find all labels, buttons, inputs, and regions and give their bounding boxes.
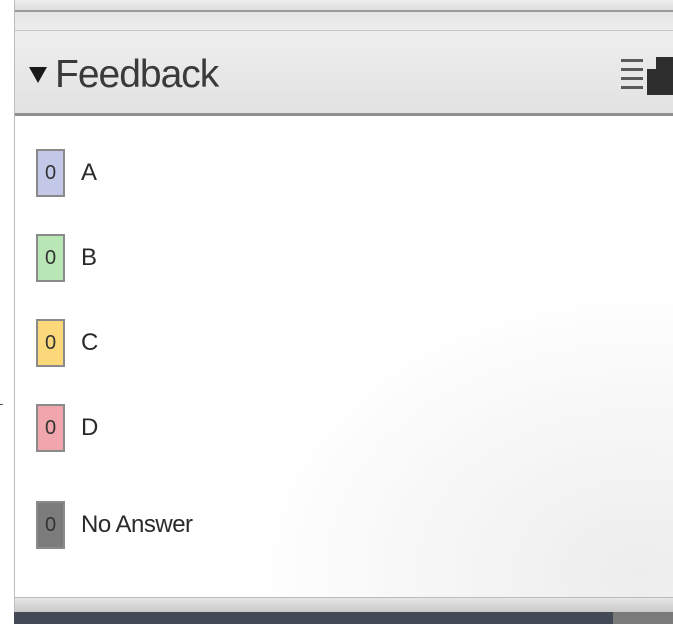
panel-footer [15, 597, 673, 613]
list-item[interactable]: 0 C [36, 319, 636, 369]
count-badge: 0 [36, 149, 65, 197]
window-left-margin [0, 0, 14, 624]
panel-top-divider [15, 12, 673, 31]
count-badge: 0 [36, 319, 65, 367]
answer-label: D [81, 414, 98, 441]
dock-notch [647, 57, 656, 69]
count-badge: 0 [36, 501, 65, 549]
dock-panel-icon[interactable] [647, 57, 673, 95]
answer-label: No Answer [81, 511, 193, 538]
feedback-panel: Feedback 0 A 0 B 0 C 0 D 0 No Answer [14, 0, 673, 613]
window-bottom-right [613, 612, 673, 624]
answer-label: B [81, 244, 97, 271]
list-item[interactable]: 0 B [36, 234, 636, 284]
list-item[interactable]: 0 D [36, 404, 636, 454]
response-list: 0 A 0 B 0 C 0 D 0 No Answer [15, 116, 673, 597]
window-bottom-edge [14, 612, 673, 624]
list-item[interactable]: 0 A [36, 149, 636, 199]
count-badge: 0 [36, 404, 65, 452]
answer-label: A [81, 159, 97, 186]
answer-label: C [81, 329, 98, 356]
triangle-down-icon[interactable] [29, 67, 47, 83]
panel-title: Feedback [55, 53, 219, 96]
count-badge: 0 [36, 234, 65, 282]
edge-tick [0, 404, 3, 405]
list-item[interactable]: 0 No Answer [36, 501, 636, 551]
feedback-window: Feedback 0 A 0 B 0 C 0 D 0 No Answer [0, 0, 673, 624]
panel-header[interactable]: Feedback [15, 31, 673, 116]
list-menu-icon[interactable] [621, 57, 643, 95]
panel-top-strip [15, 0, 673, 12]
